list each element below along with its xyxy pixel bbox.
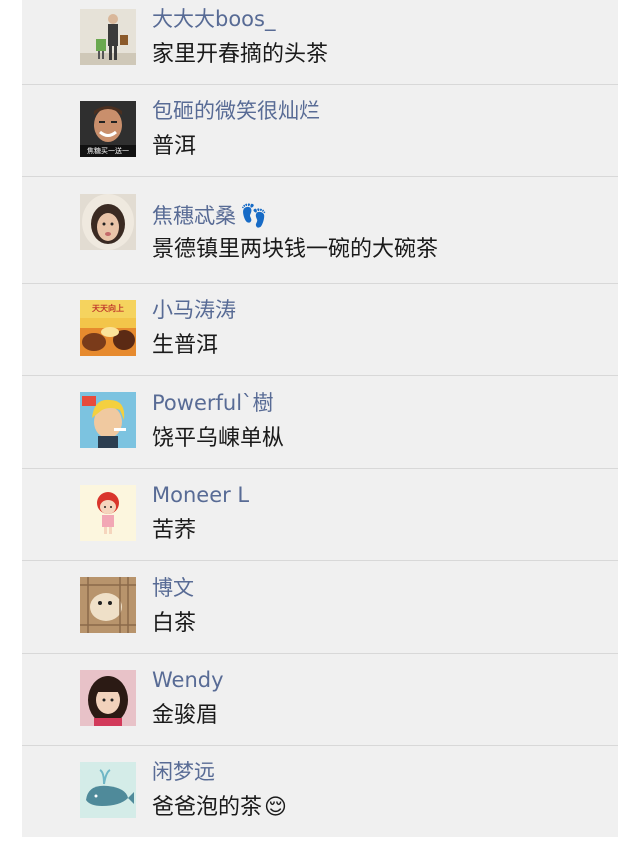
comment-row[interactable]: 天天向上 小马涛涛 生普洱	[22, 284, 618, 376]
commenter-name-text[interactable]: 焦穗忒桑	[152, 204, 236, 228]
comment-text-content: 爸爸泡的茶	[152, 795, 263, 820]
comment-text: 饶平乌崠单枞	[152, 426, 285, 451]
comment-text: 白茶	[152, 611, 197, 636]
cartoon-sky-avatar[interactable]: 天天向上	[80, 300, 136, 356]
commenter-name[interactable]: 闲梦远	[152, 759, 215, 785]
smiling-man-meme-avatar[interactable]: 焦糖买一送一	[80, 101, 136, 157]
comment-row[interactable]: Wendy 金骏眉	[22, 654, 618, 746]
comment-row[interactable]: 焦穗忒桑 👣 景德镇里两块钱一碗的大碗茶	[22, 177, 618, 284]
cartoon-girl-red-hair-avatar[interactable]	[80, 485, 136, 541]
anime-blond-character-avatar[interactable]	[80, 392, 136, 448]
little-girl-photo-avatar[interactable]	[80, 670, 136, 726]
comment-row[interactable]: 焦糖买一送一 包砸的微笑很灿烂 普洱	[22, 85, 618, 177]
commenter-name[interactable]: Wendy	[152, 667, 224, 693]
comment-text: 普洱	[152, 134, 197, 159]
commenter-name[interactable]: Moneer L	[152, 482, 249, 508]
comment-row[interactable]: Powerful`樹 饶平乌崠单枞	[22, 376, 618, 469]
comment-text: 景德镇里两块钱一碗的大碗茶	[152, 237, 439, 262]
relieved-face-emoji-icon: 😌	[264, 795, 287, 820]
commenter-name[interactable]: 包砸的微笑很灿烂	[152, 98, 320, 124]
comment-list: 大大大boos_ 家里开春摘的头茶 焦糖买一送一 包砸的微笑很灿烂 普洱 焦穗忒…	[22, 0, 618, 856]
comment-text: 爸爸泡的茶😌	[152, 794, 287, 822]
girl-in-fur-hood-avatar[interactable]	[80, 194, 136, 250]
avatar-caption: 天天向上	[92, 304, 124, 313]
comment-text: 金骏眉	[152, 703, 219, 728]
commenter-name[interactable]: 小马涛涛	[152, 297, 236, 323]
commenter-name[interactable]: 焦穗忒桑 👣	[152, 203, 267, 230]
footprints-icon: 👣	[240, 204, 268, 229]
comment-row[interactable]: 大大大boos_ 家里开春摘的头茶	[22, 0, 618, 85]
cartoon-whale-avatar[interactable]	[80, 762, 136, 818]
comment-text: 家里开春摘的头茶	[152, 42, 329, 67]
hamster-in-cage-avatar[interactable]	[80, 577, 136, 633]
avatar-caption: 焦糖买一送一	[87, 147, 129, 155]
commenter-name[interactable]: Powerful`樹	[152, 390, 274, 416]
comment-row[interactable]: 博文 白茶	[22, 561, 618, 654]
commenter-name[interactable]: 博文	[152, 575, 194, 601]
commenter-name[interactable]: 大大大boos_	[152, 6, 275, 32]
comment-text: 生普洱	[152, 333, 219, 358]
comment-text: 苦荞	[152, 518, 197, 543]
comment-row[interactable]: 闲梦远 爸爸泡的茶😌	[22, 746, 618, 856]
comment-row[interactable]: Moneer L 苦荞	[22, 469, 618, 561]
man-with-bag-avatar[interactable]	[80, 9, 136, 65]
